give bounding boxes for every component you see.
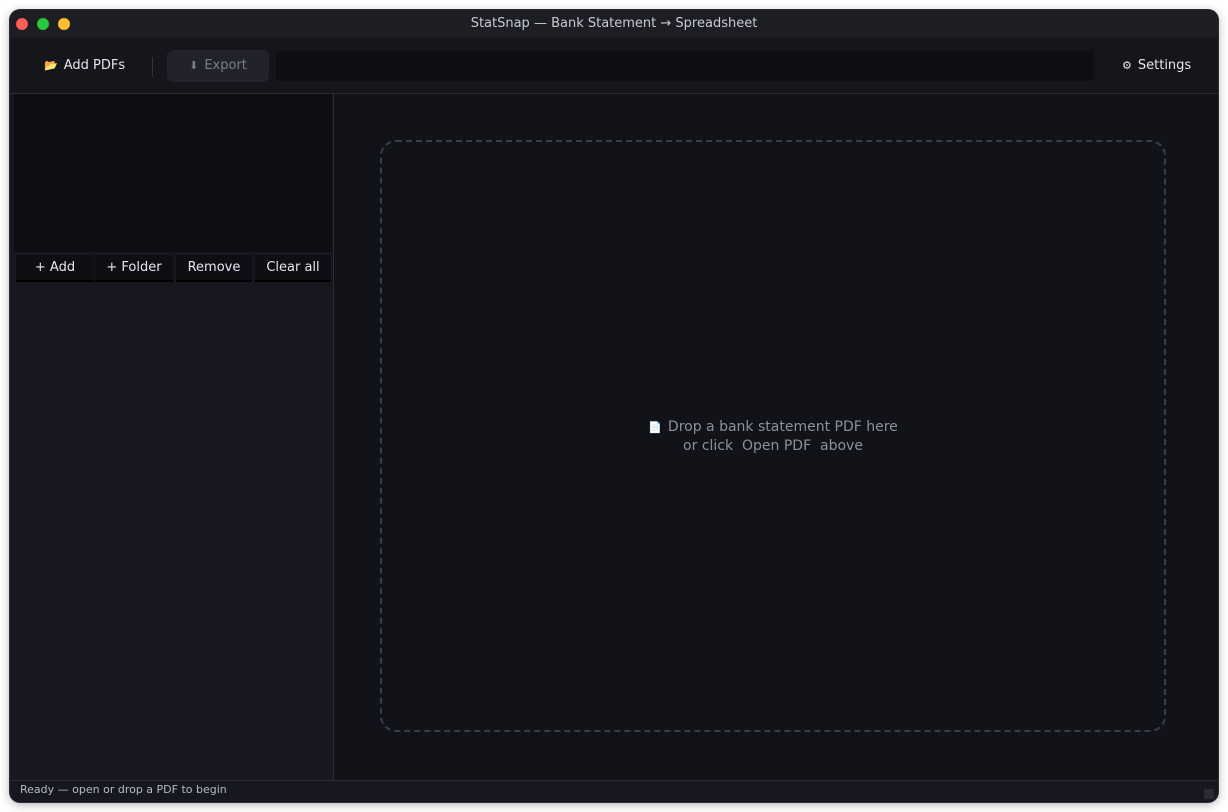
add-file-button[interactable]: + Add <box>16 255 94 282</box>
add-pdfs-label: Add PDFs <box>63 58 126 73</box>
gear-icon: ⚙ <box>1122 59 1132 72</box>
export-label: Export <box>204 58 247 73</box>
drop-zone-line-2: or click Open PDF above <box>683 438 863 454</box>
title-bar: StatSnap — Bank Statement → Spreadsheet <box>10 10 1218 39</box>
export-button[interactable]: ⬇ Export <box>167 50 269 82</box>
toolbar: 📂 Add PDFs ⬇ Export ⚙ Settings <box>10 39 1218 94</box>
drop-zone-line-1-text: Drop a bank statement PDF here <box>667 419 898 435</box>
add-folder-button[interactable]: + Folder <box>95 255 173 282</box>
resize-grip-icon[interactable] <box>1204 789 1214 799</box>
progress-bar <box>276 51 1094 81</box>
download-icon: ⬇ <box>189 59 199 72</box>
drop-zone-line-1: 📄 Drop a bank statement PDF here <box>382 418 1164 437</box>
status-text: Ready — open or drop a PDF to begin <box>20 783 227 796</box>
file-list[interactable] <box>14 94 332 252</box>
sidebar: + Add + Folder Remove Clear all <box>10 94 334 780</box>
document-icon: 📄 <box>648 421 662 434</box>
remove-button[interactable]: Remove <box>176 255 252 282</box>
clear-all-button[interactable]: Clear all <box>255 255 331 282</box>
status-bar: Ready — open or drop a PDF to begin <box>10 780 1218 802</box>
add-pdfs-button[interactable]: 📂 Add PDFs <box>34 50 135 82</box>
main-panel: 📄 Drop a bank statement PDF here or click… <box>334 94 1218 780</box>
open-folder-icon: 📂 <box>44 59 58 72</box>
app-window: StatSnap — Bank Statement → Spreadsheet … <box>10 10 1218 802</box>
pdf-drop-zone[interactable]: 📄 Drop a bank statement PDF here or click… <box>380 140 1166 732</box>
drop-zone-text: 📄 Drop a bank statement PDF here or click… <box>382 418 1164 455</box>
settings-button[interactable]: ⚙ Settings <box>1112 50 1201 82</box>
settings-label: Settings <box>1137 58 1192 73</box>
toolbar-divider <box>152 57 153 77</box>
window-title: StatSnap — Bank Statement → Spreadsheet <box>470 16 758 31</box>
